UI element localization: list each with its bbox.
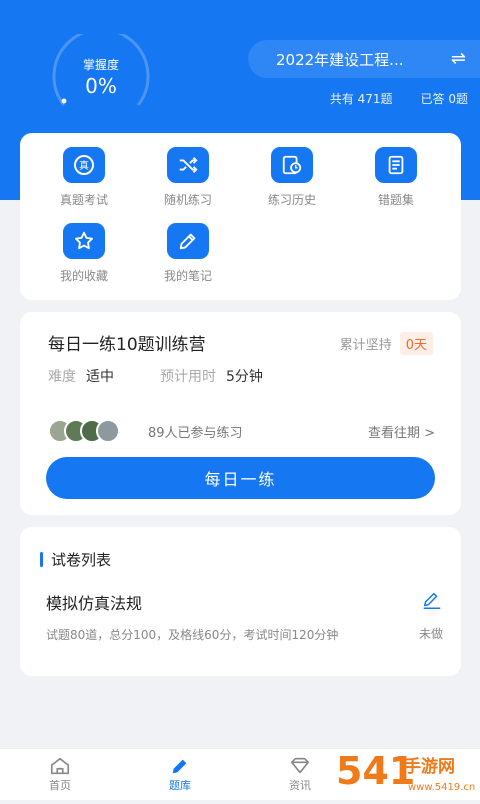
daily-practice-card: 每日一练10题训练营 累计坚持 0天 难度 适中 预计用时 5分钟 89人已参与练习…: [20, 312, 461, 515]
edit-icon[interactable]: [421, 589, 443, 615]
pencil-icon: [167, 223, 209, 259]
streak-label: 累计坚持: [339, 338, 392, 353]
streak-badge: 0天: [399, 332, 433, 355]
svg-text:真: 真: [79, 159, 89, 172]
paper-description: 试题80道，总分100，及格线60分，考试时间120分钟: [46, 628, 339, 642]
mastery-gauge: 掌握度 0%: [46, 34, 156, 116]
avatar: [96, 419, 120, 443]
paper-name[interactable]: 模拟仿真法规: [46, 590, 142, 614]
shuffle-icon: [167, 147, 209, 183]
home-icon: [30, 755, 90, 777]
mastery-label: 掌握度: [82, 58, 119, 72]
tab-home[interactable]: 首页: [30, 755, 90, 793]
watermark-logo: 541 手游网 www.5419.cn: [332, 740, 480, 800]
tab-label: 资讯: [289, 779, 311, 792]
exam-icon: 真: [63, 147, 105, 183]
tools-card: 真 真题考试 随机练习 练习历史 错题集 我的收藏 我的笔记: [20, 133, 461, 300]
tool-favorites[interactable]: 我的收藏: [44, 223, 124, 284]
answered-count: 已答 0题: [420, 92, 468, 106]
tool-label: 练习历史: [267, 193, 316, 207]
tool-random-practice[interactable]: 随机练习: [148, 147, 228, 208]
subject-selector[interactable]: 2022年建设工程... ⇌: [248, 40, 480, 78]
estimated-time: 预计用时 5分钟: [160, 366, 263, 386]
mastery-value: 0%: [85, 74, 117, 98]
tab-question-bank[interactable]: 题库: [150, 755, 210, 793]
paper-status: 未做: [418, 627, 443, 641]
tool-notes[interactable]: 我的笔记: [148, 223, 228, 284]
daily-title: 每日一练10题训练营: [48, 335, 206, 355]
tool-label: 我的笔记: [163, 269, 212, 283]
participants-count: 89人已参与练习: [148, 426, 243, 441]
section-title-text: 试卷列表: [51, 551, 112, 569]
difficulty-value: 适中: [86, 369, 114, 385]
diamond-icon: [270, 755, 330, 777]
total-questions: 共有 471题: [329, 92, 393, 106]
swap-icon[interactable]: ⇌: [451, 48, 466, 69]
tool-practice-history[interactable]: 练习历史: [252, 147, 332, 208]
tool-wrong-questions[interactable]: 错题集: [356, 147, 436, 208]
tool-label: 我的收藏: [59, 269, 108, 283]
daily-practice-button[interactable]: 每日一练: [46, 457, 435, 499]
svg-text:手游网: 手游网: [404, 756, 455, 777]
notebook-icon: [375, 147, 417, 183]
tab-label: 题库: [169, 779, 191, 792]
tool-label: 随机练习: [163, 193, 212, 207]
tab-news[interactable]: 资讯: [270, 755, 330, 793]
participant-avatars: [48, 419, 120, 443]
svg-text:www.5419.cn: www.5419.cn: [408, 782, 475, 793]
time-value: 5分钟: [226, 369, 263, 385]
section-title: 试卷列表: [40, 549, 111, 570]
history-icon: [271, 147, 313, 183]
history-link[interactable]: 查看往期 >: [368, 422, 435, 441]
pencil-icon: [150, 755, 210, 777]
difficulty-label: 难度: [48, 369, 76, 385]
paper-list-card: 试卷列表 模拟仿真法规 试题80道，总分100，及格线60分，考试时间120分钟…: [20, 527, 461, 676]
streak: 累计坚持 0天: [340, 332, 433, 355]
tab-label: 首页: [49, 779, 71, 792]
tool-label: 真题考试: [59, 193, 108, 207]
question-counts: 共有 471题 已答 0题: [330, 90, 468, 107]
time-label: 预计用时: [160, 369, 216, 385]
section-accent-bar: [40, 552, 43, 567]
tool-real-exam[interactable]: 真 真题考试: [44, 147, 124, 208]
tool-label: 错题集: [377, 193, 414, 207]
difficulty: 难度 适中: [48, 366, 114, 386]
star-icon: [63, 223, 105, 259]
subject-name: 2022年建设工程...: [276, 50, 404, 69]
